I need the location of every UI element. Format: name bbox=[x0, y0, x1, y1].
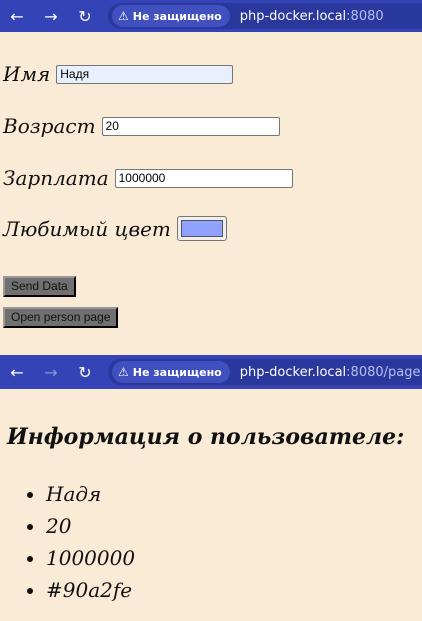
salary-row: Зарплата bbox=[3, 166, 293, 190]
name-row: Имя bbox=[3, 62, 234, 86]
color-picker[interactable] bbox=[176, 216, 227, 241]
forward-arrow-icon[interactable]: → bbox=[34, 0, 68, 32]
back-arrow-icon[interactable]: ← bbox=[0, 356, 34, 388]
send-data-button[interactable]: Send Data bbox=[3, 276, 76, 297]
color-row: Любимый цвет bbox=[3, 216, 227, 241]
age-field[interactable] bbox=[101, 116, 280, 136]
security-indicator[interactable]: ⚠ Не защищено bbox=[112, 361, 230, 383]
name-field[interactable] bbox=[56, 64, 234, 84]
list-item: Надя bbox=[46, 478, 135, 510]
reload-icon[interactable]: ↻ bbox=[68, 0, 102, 32]
url-text[interactable]: php-docker.local:8080/page.p bbox=[240, 365, 422, 380]
name-label: Имя bbox=[3, 62, 51, 86]
warning-icon: ⚠ bbox=[118, 9, 129, 23]
salary-field[interactable] bbox=[114, 168, 293, 188]
list-item: #90a2fe bbox=[46, 574, 135, 606]
address-bar[interactable]: ⚠ Не защищено php-docker.local:8080/page… bbox=[108, 359, 422, 385]
open-person-page-button[interactable]: Open person page bbox=[3, 307, 119, 328]
list-item: 20 bbox=[46, 510, 135, 542]
list-item: 1000000 bbox=[46, 542, 135, 574]
page-title: Информация о пользователе: bbox=[7, 424, 405, 450]
bottom-browser-toolbar: ← → ↻ ⚠ Не защищено php-docker.local:808… bbox=[0, 355, 422, 389]
warning-icon: ⚠ bbox=[118, 365, 129, 379]
url-text[interactable]: php-docker.local:8080 bbox=[240, 9, 384, 24]
security-label: Не защищено bbox=[132, 9, 222, 23]
forward-arrow-icon[interactable]: → bbox=[34, 356, 68, 388]
salary-label: Зарплата bbox=[3, 166, 109, 190]
age-label: Возраст bbox=[3, 114, 96, 138]
color-label: Любимый цвет bbox=[3, 216, 171, 241]
user-info-list: Надя 20 1000000 #90a2fe bbox=[0, 478, 135, 606]
url-host: php-docker.local bbox=[239, 8, 347, 24]
top-browser-toolbar: ← → ↻ ⚠ Не защищено php-docker.local:808… bbox=[0, 0, 422, 32]
color-swatch bbox=[180, 220, 223, 237]
reload-icon[interactable]: ↻ bbox=[68, 356, 102, 388]
url-port: :8080 bbox=[346, 8, 384, 24]
age-row: Возраст bbox=[3, 114, 280, 138]
address-bar[interactable]: ⚠ Не защищено php-docker.local:8080 bbox=[108, 3, 422, 29]
url-port: :8080/page.p bbox=[346, 364, 422, 380]
security-indicator[interactable]: ⚠ Не защищено bbox=[112, 5, 230, 27]
security-label: Не защищено bbox=[132, 365, 222, 379]
url-host: php-docker.local bbox=[239, 364, 347, 380]
back-arrow-icon[interactable]: ← bbox=[0, 0, 34, 32]
